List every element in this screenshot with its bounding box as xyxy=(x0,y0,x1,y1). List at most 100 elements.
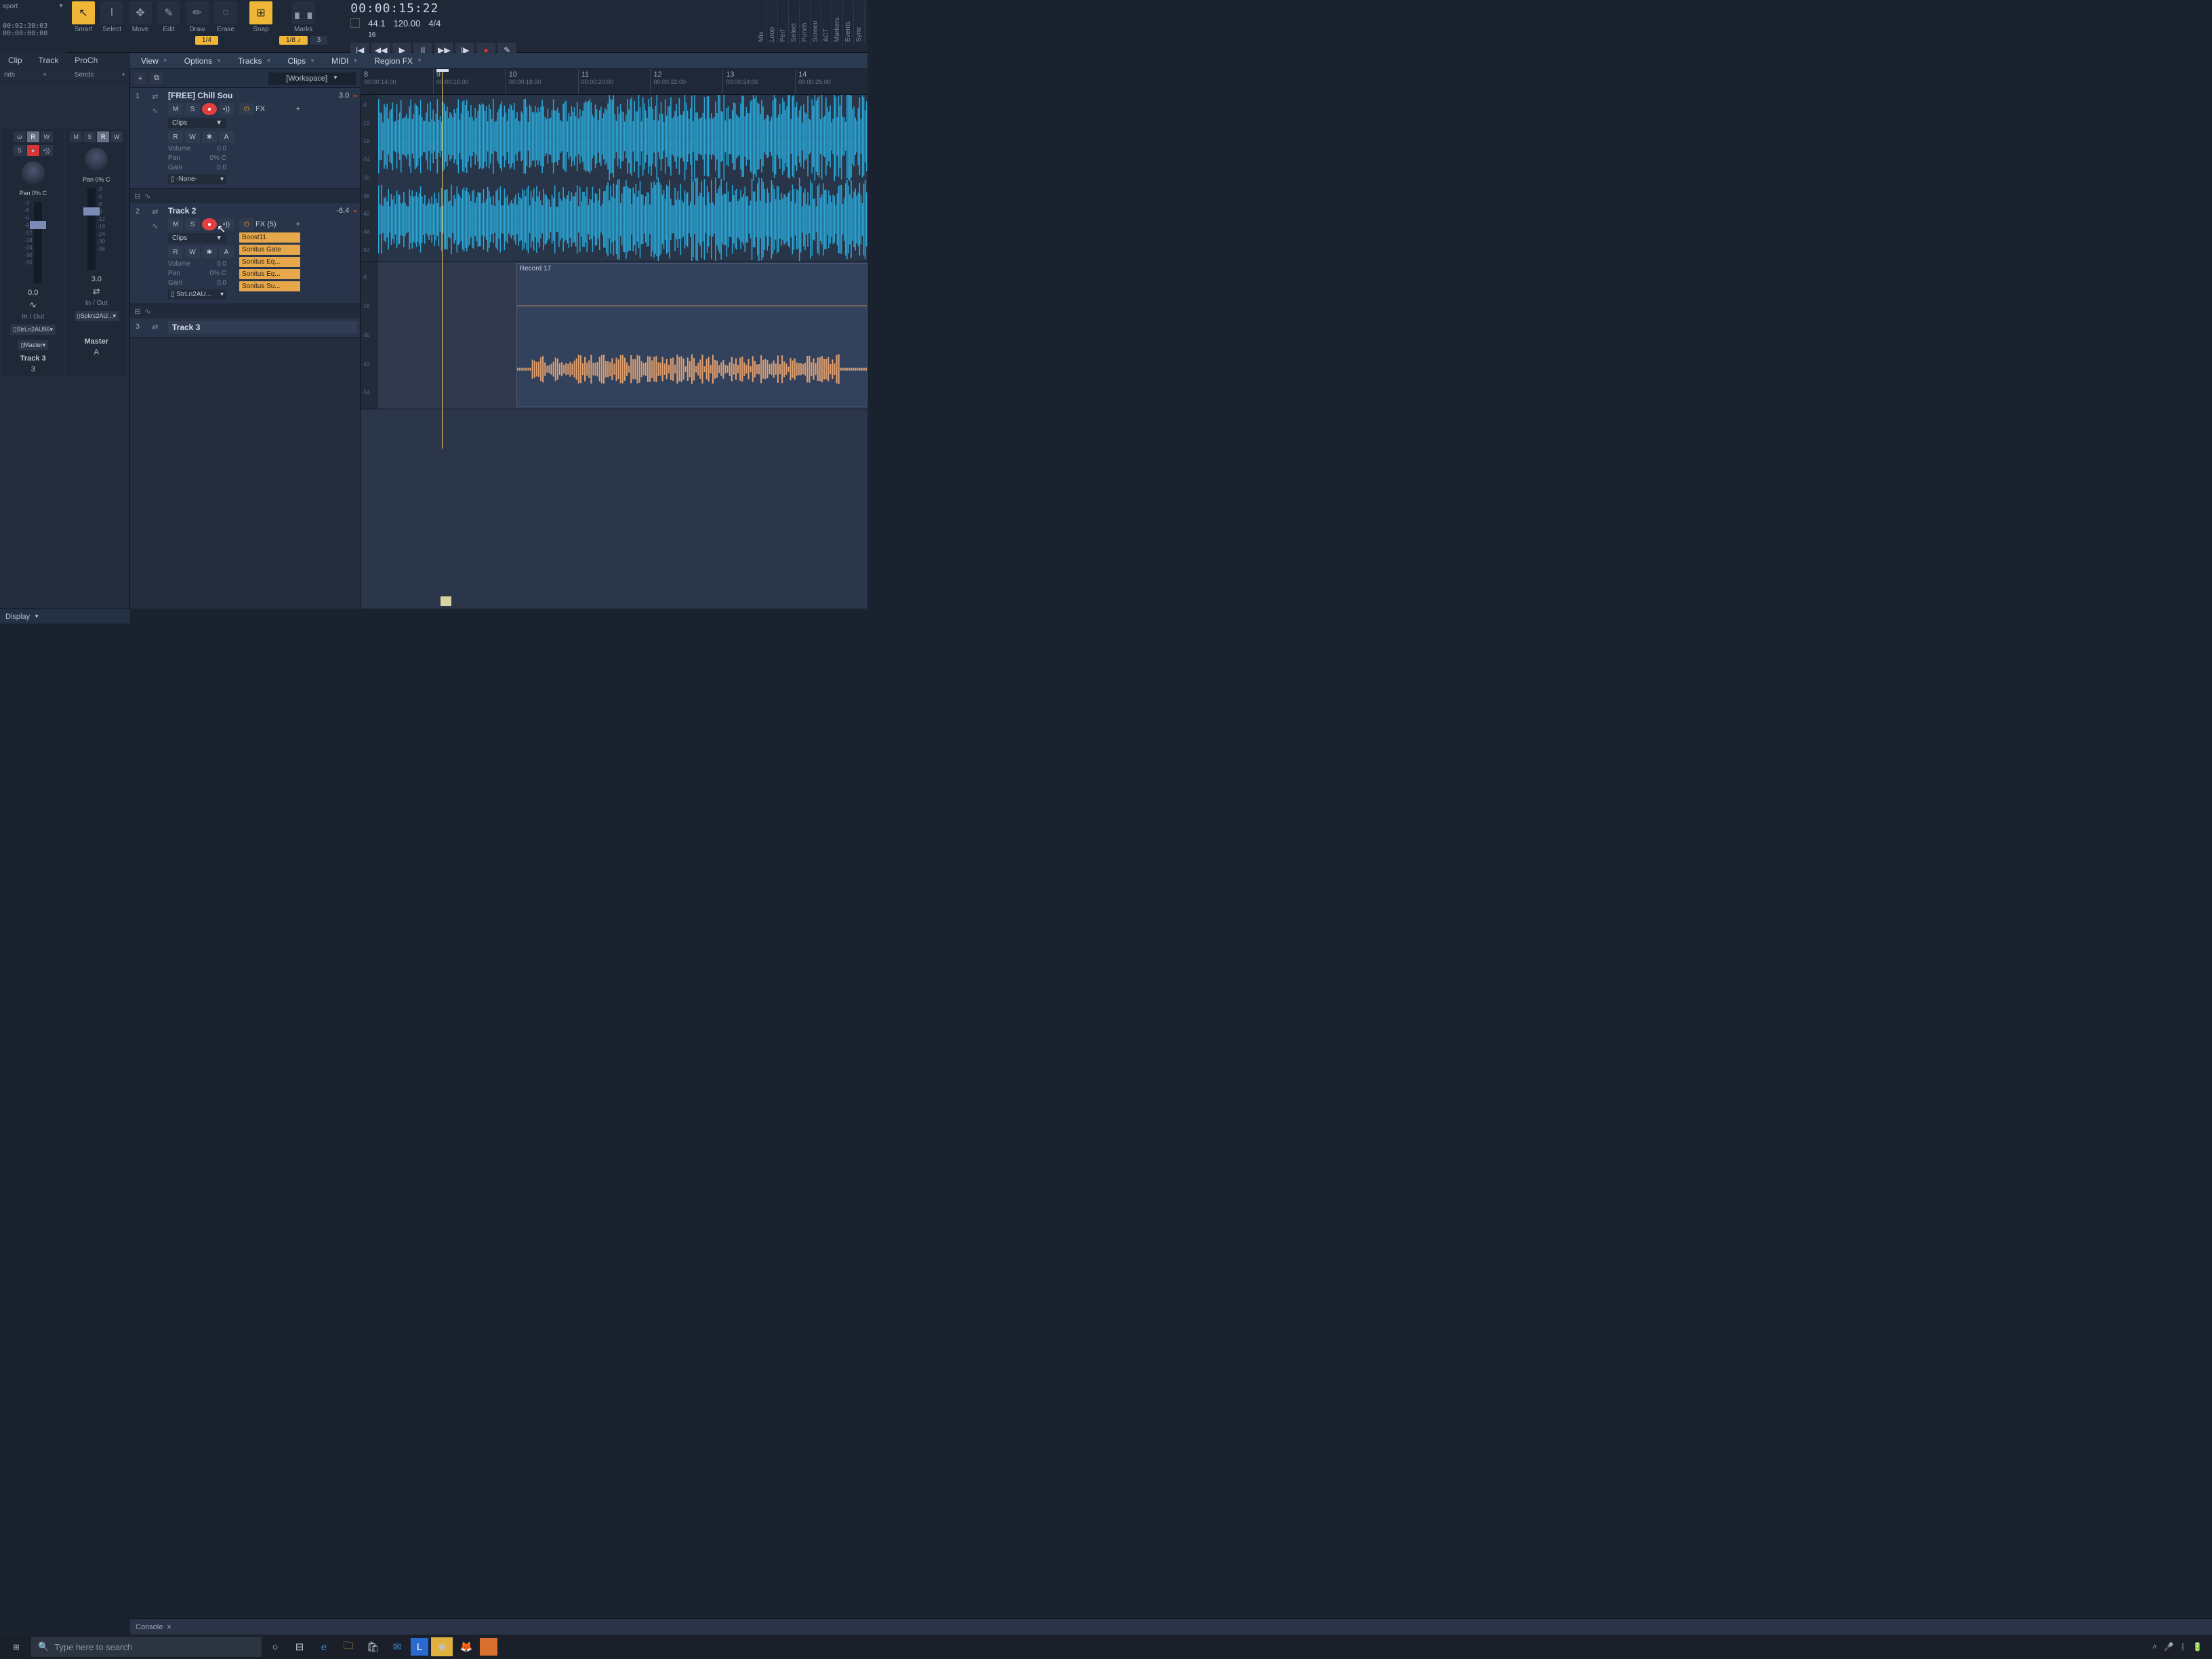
duplicate-track-button[interactable]: ⧉ xyxy=(150,73,163,85)
side-tab[interactable]: ACT xyxy=(821,1,832,45)
edge-icon[interactable]: e xyxy=(313,1637,335,1656)
menu-region fx[interactable]: Region FX ▼ xyxy=(367,54,429,68)
export-label[interactable]: xport xyxy=(3,3,18,10)
menu-midi[interactable]: MIDI ▼ xyxy=(325,54,365,68)
input-echo-button[interactable]: •)) xyxy=(219,103,234,115)
marks-button[interactable]: ▖▗ xyxy=(292,1,315,24)
automation-lane-icon[interactable]: ⊟ xyxy=(134,192,140,201)
erase-tool[interactable]: ◌ xyxy=(214,1,237,24)
volume-fader[interactable] xyxy=(87,188,96,270)
fx-power-button[interactable]: ⏻ xyxy=(239,103,254,115)
side-tab[interactable]: Loop xyxy=(767,1,778,45)
playhead-flag[interactable] xyxy=(436,69,449,72)
move-tool[interactable]: ✥ xyxy=(129,1,152,24)
loop-marker[interactable] xyxy=(441,596,451,606)
select-tool[interactable]: I xyxy=(100,1,123,24)
envelope-icon[interactable]: ∿ xyxy=(144,192,150,201)
output-dropdown[interactable]: ▯ -None-▾ xyxy=(168,174,226,184)
fx-label[interactable]: FX (5) xyxy=(255,220,276,228)
checkbox-icon[interactable] xyxy=(350,18,360,28)
playhead[interactable] xyxy=(442,69,443,449)
menu-options[interactable]: Options ▼ xyxy=(178,54,228,68)
automation-button[interactable]: W xyxy=(185,131,200,143)
snap-value-3[interactable]: 3 xyxy=(310,36,328,45)
inspector-tab[interactable]: ProCh xyxy=(66,53,106,69)
taskview-icon[interactable]: ⊟ xyxy=(289,1637,310,1656)
envelope-icon[interactable]: ∿ xyxy=(144,307,150,316)
clips-dropdown[interactable]: Clips▼ xyxy=(168,118,226,128)
mute-button[interactable]: M xyxy=(168,103,183,115)
cakewalk-icon[interactable] xyxy=(480,1638,497,1656)
arm-record-button[interactable]: ● xyxy=(202,103,217,115)
input-echo-button[interactable]: •)) xyxy=(219,218,234,230)
side-tab[interactable]: Markers xyxy=(832,1,843,45)
snap-value-2[interactable]: 1/8 ♪ xyxy=(279,36,308,45)
inspector-tab[interactable]: Track xyxy=(30,53,67,69)
filter-icon[interactable]: ⇄ xyxy=(152,207,158,216)
fx-slot[interactable]: Sonitus Gate xyxy=(239,245,300,255)
plus-icon[interactable]: + xyxy=(43,71,47,79)
mail-icon[interactable]: ✉ xyxy=(386,1637,408,1656)
bluetooth-icon[interactable]: ᛒ xyxy=(2181,1642,2186,1652)
snap-button[interactable]: ⊞ xyxy=(249,1,272,24)
track-header[interactable]: 2 ⇄∿ Track 2-6.4▪▪ M S ● •)) Clips▼ RW✱A xyxy=(130,203,360,304)
arm-record-button[interactable]: ● xyxy=(202,218,217,230)
menu-tracks[interactable]: Tracks ▼ xyxy=(231,54,278,68)
automation-button[interactable]: R xyxy=(168,131,183,143)
fx-power-button[interactable]: ⏻ xyxy=(239,218,254,230)
timeline[interactable]: 800:00:14:00900:00:16:001000:00:18:00110… xyxy=(361,69,867,609)
mic-icon[interactable]: 🎤 xyxy=(2164,1642,2174,1652)
workspace-dropdown[interactable]: [Workspace]▼ xyxy=(268,73,356,85)
time-ruler[interactable]: 800:00:14:00900:00:16:001000:00:18:00110… xyxy=(361,69,867,95)
side-tab[interactable]: Mix xyxy=(756,1,767,45)
track-name[interactable]: Track 3 xyxy=(168,321,357,333)
automation-button[interactable]: A xyxy=(219,131,234,143)
pan-knob[interactable] xyxy=(85,148,108,171)
menu-view[interactable]: View ▼ xyxy=(134,54,175,68)
plus-icon[interactable]: + xyxy=(296,220,300,228)
dropdown-icon[interactable]: ▼ xyxy=(58,3,64,10)
automation-button[interactable]: ✱ xyxy=(202,246,217,258)
side-tab[interactable]: Select xyxy=(789,1,800,45)
filter-icon[interactable]: ⇄ xyxy=(152,92,158,101)
volume-fader[interactable] xyxy=(34,202,42,283)
solo-button[interactable]: S xyxy=(185,103,200,115)
track-header[interactable]: 1 ⇄∿ [FREE] Chill Sou3.0▪▪ M S ● •)) Cli… xyxy=(130,88,360,189)
battery-icon[interactable]: 🔋 xyxy=(2192,1642,2203,1652)
tempo-display[interactable]: 120.00 xyxy=(394,18,421,39)
track-name[interactable]: [FREE] Chill Sou xyxy=(168,91,335,100)
fx-label[interactable]: FX xyxy=(255,105,265,113)
store-icon[interactable]: 🛍 xyxy=(362,1637,384,1656)
clip-lane-1[interactable]: -6-12-18-24-30-36-42-48-54 xyxy=(361,95,867,262)
fx-slot[interactable]: Sonitus Su... xyxy=(239,281,300,291)
automation-button[interactable]: A xyxy=(219,246,234,258)
system-tray[interactable]: ˄ 🎤 ᛒ 🔋 xyxy=(2152,1642,2208,1652)
automation-button[interactable]: R xyxy=(168,246,183,258)
output-route[interactable]: ▯Spkrs2AU...▾ xyxy=(75,311,119,321)
side-tab[interactable]: Events xyxy=(843,1,854,45)
app-icon[interactable]: L xyxy=(411,1638,428,1656)
fx-slot[interactable]: Boost11 xyxy=(239,232,300,243)
plus-icon[interactable]: + xyxy=(121,71,125,79)
track-name[interactable]: Track 2 xyxy=(168,206,332,216)
explorer-icon[interactable]: 🗀 xyxy=(337,1637,359,1656)
firefox-icon[interactable]: 🦊 xyxy=(455,1637,477,1656)
output-dropdown[interactable]: ▯ StrLn2AU...▾ xyxy=(168,289,226,300)
add-track-button[interactable]: + xyxy=(134,73,146,85)
solo-button[interactable]: S xyxy=(185,218,200,230)
plus-icon[interactable]: + xyxy=(296,105,300,113)
input-route[interactable]: ▯StrLn2AU96▾ xyxy=(10,325,56,335)
display-dropdown[interactable]: Display xyxy=(5,613,30,621)
audio-clip[interactable]: Record 17 xyxy=(516,263,867,407)
output-route[interactable]: ▯Master▾ xyxy=(18,340,48,350)
automation-button[interactable]: ✱ xyxy=(202,131,217,143)
console-tab[interactable]: Console xyxy=(136,1623,163,1631)
clip-lane-2[interactable]: -6-18-30-42-54 Record 17 xyxy=(361,262,867,409)
fx-slot[interactable]: Sonitus Eq... xyxy=(239,269,300,279)
timecode-display[interactable]: 00:00:15:22 xyxy=(350,1,516,16)
timesig-display[interactable]: 4/4 xyxy=(428,18,441,39)
side-tab[interactable]: Perf xyxy=(778,1,789,45)
side-tab[interactable]: Sync xyxy=(854,1,865,45)
app-icon[interactable]: ☻ xyxy=(431,1637,453,1656)
edit-tool[interactable]: ✎ xyxy=(157,1,180,24)
